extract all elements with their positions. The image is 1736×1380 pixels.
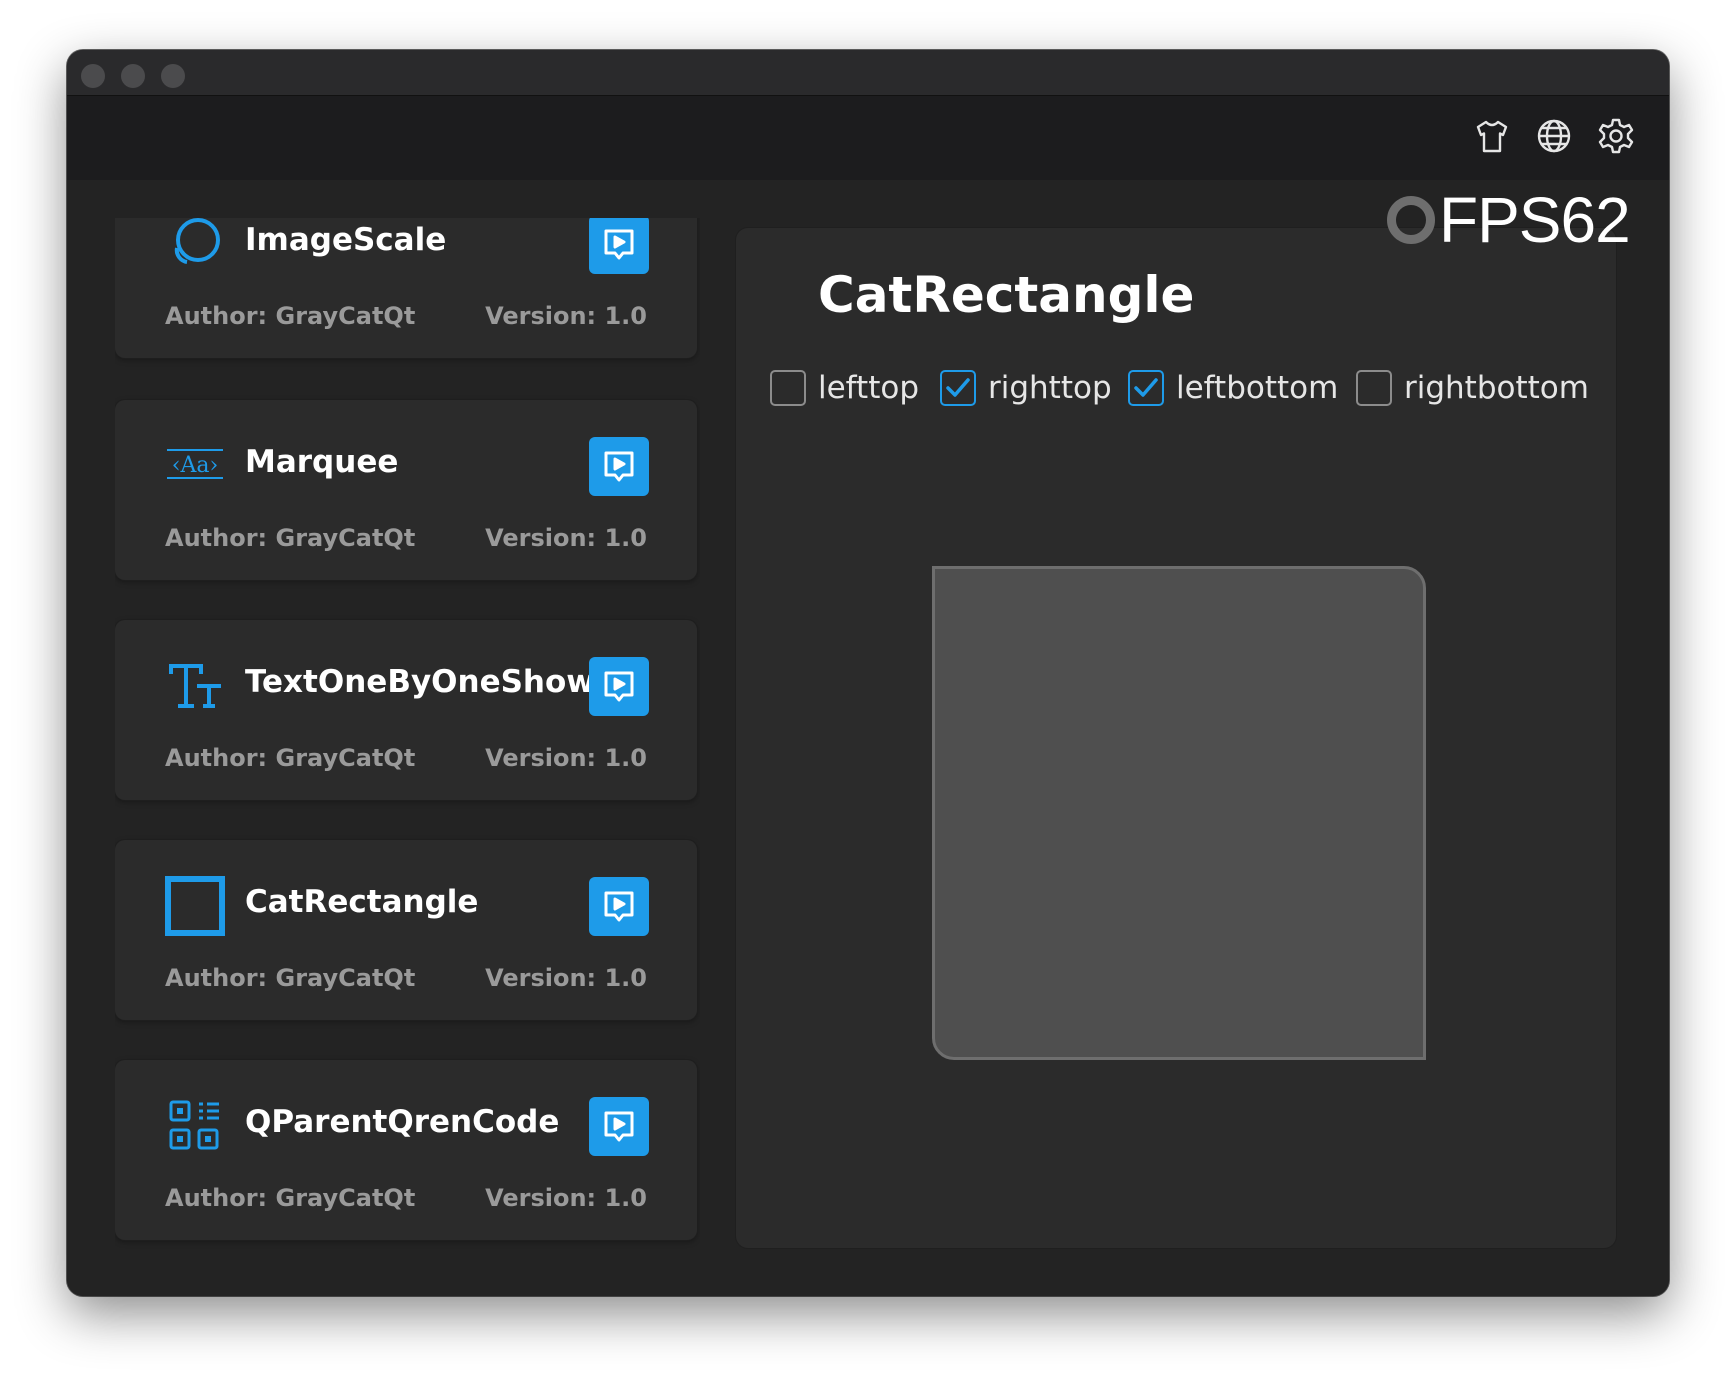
checkmark-icon: [1134, 378, 1158, 397]
checkbox-box[interactable]: [1356, 370, 1392, 406]
checkbox-rightbottom[interactable]: rightbottom: [1356, 366, 1589, 410]
demo-panel: CatRectangle lefttop righttop leftbottom…: [736, 228, 1616, 1248]
text-icon: [165, 656, 225, 716]
checkmark-icon: [946, 378, 970, 397]
component-author: Author: GrayCatQt: [165, 964, 416, 992]
component-version: Version: 1.0: [485, 1184, 647, 1212]
run-demo-button[interactable]: [589, 1097, 649, 1156]
checkbox-lefttop[interactable]: lefttop: [770, 366, 919, 410]
component-card-qparentqrencode[interactable]: QParentQrenCode Author: GrayCatQt Versio…: [115, 1060, 697, 1240]
component-title: QParentQrenCode: [245, 1104, 560, 1140]
fps-ring-icon: [1387, 196, 1435, 244]
component-card-textonebyoneshow[interactable]: TextOneByOneShow Author: GrayCatQt Versi…: [115, 620, 697, 800]
run-demo-button[interactable]: [589, 657, 649, 716]
cat-rectangle-preview: [932, 566, 1426, 1060]
component-title: ImageScale: [245, 222, 447, 258]
component-author: Author: GrayCatQt: [165, 524, 416, 552]
checkbox-label: lefttop: [818, 370, 920, 406]
checkbox-label: righttop: [988, 370, 1112, 406]
main-content: ImageScale Author: GrayCatQt Version: 1.…: [67, 180, 1669, 1296]
language-globe-icon[interactable]: [1534, 116, 1574, 156]
component-card-marquee[interactable]: ‹Aa› Marquee Author: GrayCatQt Version: …: [115, 400, 697, 580]
fps-label: FPS62: [1439, 184, 1631, 256]
qrcode-icon: [165, 1096, 225, 1156]
component-author: Author: GrayCatQt: [165, 744, 416, 772]
component-version: Version: 1.0: [485, 964, 647, 992]
svg-text:‹Aa›: ‹Aa›: [172, 453, 219, 478]
component-title: TextOneByOneShow: [245, 664, 595, 700]
component-version: Version: 1.0: [485, 524, 647, 552]
component-title: CatRectangle: [245, 884, 479, 920]
close-window-button[interactable]: [81, 64, 105, 88]
component-author: Author: GrayCatQt: [165, 1184, 416, 1212]
checkbox-leftbottom[interactable]: leftbottom: [1128, 366, 1338, 410]
checkbox-label: leftbottom: [1176, 370, 1339, 406]
checkbox-label: rightbottom: [1404, 370, 1589, 406]
component-card-catrectangle[interactable]: CatRectangle Author: GrayCatQt Version: …: [115, 840, 697, 1020]
component-version: Version: 1.0: [485, 302, 647, 330]
checkbox-box[interactable]: [1128, 370, 1164, 406]
component-list[interactable]: ImageScale Author: GrayCatQt Version: 1.…: [115, 218, 700, 1254]
settings-gear-icon[interactable]: [1596, 116, 1636, 156]
checkbox-box[interactable]: [770, 370, 806, 406]
run-demo-button[interactable]: [589, 218, 649, 274]
component-title: Marquee: [245, 444, 399, 480]
minimize-window-button[interactable]: [121, 64, 145, 88]
component-card-imagescale[interactable]: ImageScale Author: GrayCatQt Version: 1.…: [115, 218, 697, 358]
title-bar[interactable]: [67, 50, 1669, 96]
maximize-window-button[interactable]: [161, 64, 185, 88]
image-scale-icon: [165, 218, 225, 274]
marquee-icon: ‹Aa›: [165, 436, 225, 496]
fps-indicator: FPS62: [1387, 184, 1631, 256]
demo-title: CatRectangle: [818, 266, 1195, 324]
run-demo-button[interactable]: [589, 877, 649, 936]
app-window: ImageScale Author: GrayCatQt Version: 1.…: [67, 50, 1669, 1296]
component-author: Author: GrayCatQt: [165, 302, 416, 330]
component-version: Version: 1.0: [485, 744, 647, 772]
checkbox-righttop[interactable]: righttop: [940, 366, 1112, 410]
theme-shirt-icon[interactable]: [1472, 116, 1512, 156]
run-demo-button[interactable]: [589, 437, 649, 496]
rectangle-icon: [165, 876, 225, 936]
checkbox-box[interactable]: [940, 370, 976, 406]
